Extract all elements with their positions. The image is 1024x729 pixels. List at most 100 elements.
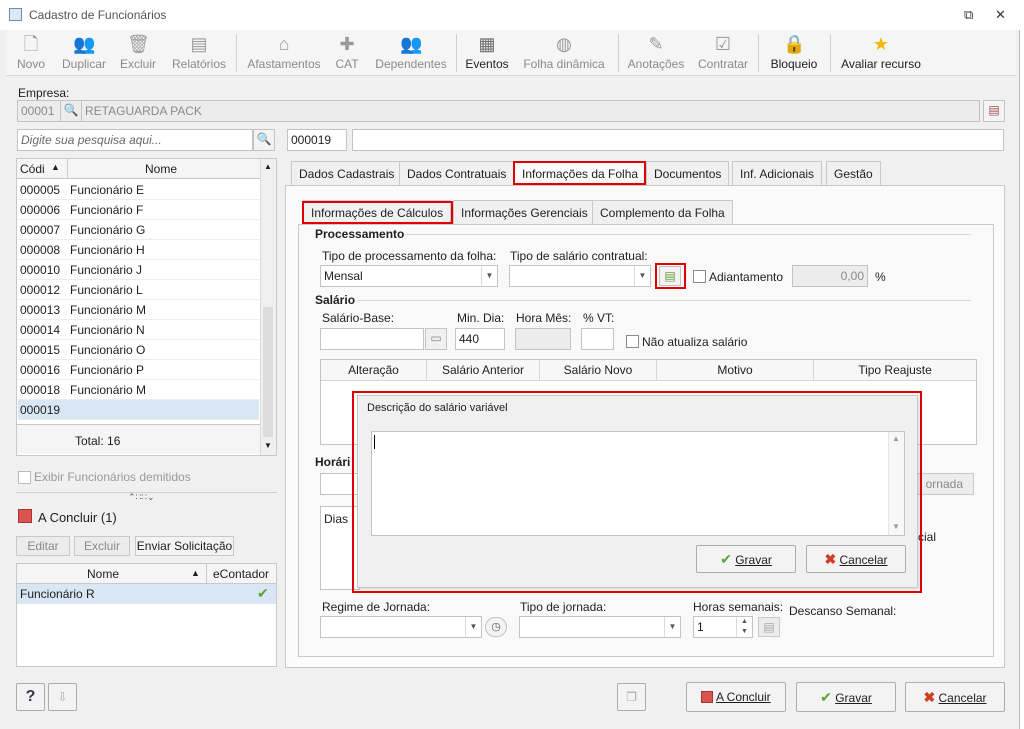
- table-row[interactable]: 000013 Funcionário M: [18, 300, 259, 320]
- relatorios-button[interactable]: ▤ Relatórios: [168, 32, 230, 76]
- editar-button[interactable]: Editar: [16, 536, 70, 556]
- copy-icon[interactable]: ❐: [617, 683, 646, 711]
- employee-code-field[interactable]: 000019: [287, 129, 347, 151]
- table-row[interactable]: 000019: [18, 400, 259, 420]
- salary-calculator-icon[interactable]: ▭: [425, 328, 447, 350]
- collapse-grip-icon[interactable]: ⌃∷∷⌄: [128, 492, 155, 503]
- contratar-button[interactable]: ☑ Contratar: [694, 32, 752, 76]
- excluir-pending-button[interactable]: Excluir: [74, 536, 130, 556]
- tab-gestao[interactable]: Gestão: [826, 161, 881, 185]
- close-button[interactable]: ✕: [995, 7, 1006, 23]
- toolbar-separator: [830, 34, 831, 72]
- table-row[interactable]: 000010 Funcionário J: [18, 260, 259, 280]
- calculator-icon[interactable]: ▤: [983, 100, 1005, 122]
- vt-field[interactable]: [581, 328, 614, 350]
- export-icon[interactable]: ⇩: [48, 683, 77, 711]
- avaliar-recurso-button[interactable]: ★ Avaliar recurso: [836, 32, 926, 76]
- tipo-proc-select[interactable]: Mensal ▼: [320, 265, 498, 287]
- col-salario-anterior[interactable]: Salário Anterior: [427, 360, 540, 380]
- cat-button[interactable]: ✚ CAT: [330, 32, 364, 76]
- scroll-up-icon[interactable]: ▲: [892, 434, 900, 443]
- table-row[interactable]: 000016 Funcionário P: [18, 360, 259, 380]
- subtab-complemento[interactable]: Complemento da Folha: [592, 200, 733, 224]
- search-icon[interactable]: 🔍: [60, 100, 82, 122]
- duplicar-button[interactable]: 👥 Duplicar: [58, 32, 110, 76]
- min-dia-field[interactable]: 440: [455, 328, 505, 350]
- toolbar-separator: [618, 34, 619, 72]
- col-code-header[interactable]: Códi: [20, 162, 45, 176]
- dialog-title: Descrição do salário variável: [367, 402, 508, 414]
- table-row[interactable]: 000012 Funcionário L: [18, 280, 259, 300]
- variable-salary-dialog: Descrição do salário variável ▲ ▼ ✔ Grav…: [357, 395, 918, 588]
- scroll-down-icon[interactable]: ▼: [892, 522, 900, 531]
- restore-button[interactable]: ⧉: [964, 7, 973, 23]
- col-tipo-reajuste[interactable]: Tipo Reajuste: [814, 360, 976, 380]
- dialog-gravar-button[interactable]: ✔ Gravar: [696, 545, 796, 573]
- col-name-header[interactable]: Nome: [145, 162, 177, 176]
- exibir-demitidos-checkbox[interactable]: [18, 471, 31, 484]
- dependentes-button[interactable]: 👥 Dependentes: [372, 32, 450, 76]
- descanso-label: Descanso Semanal:: [789, 604, 897, 618]
- table-row[interactable]: 000008 Funcionário H: [18, 240, 259, 260]
- horas-semanais-field[interactable]: 1 ▲ ▼: [693, 616, 753, 638]
- col-motivo[interactable]: Motivo: [657, 360, 814, 380]
- col-salario-novo[interactable]: Salário Novo: [540, 360, 657, 380]
- regime-select[interactable]: ▼: [320, 616, 482, 638]
- table-row[interactable]: 000015 Funcionário O: [18, 340, 259, 360]
- scroll-down-icon[interactable]: ▼: [264, 441, 272, 450]
- col-dias: Dias: [324, 512, 349, 526]
- search-button-icon[interactable]: 🔍: [253, 129, 275, 151]
- row-name: Funcionário L: [70, 283, 143, 297]
- salario-base-field[interactable]: [320, 328, 424, 350]
- empresa-code-field[interactable]: 00001: [17, 100, 61, 122]
- footer-cancelar-button[interactable]: ✖ Cancelar: [905, 682, 1005, 712]
- bloqueio-button[interactable]: 🔒 Bloqueio: [764, 32, 824, 76]
- novo-button[interactable]: 🗋 Novo: [10, 32, 52, 76]
- add-hours-icon[interactable]: ▤: [758, 617, 780, 637]
- spinner-icon[interactable]: ▲ ▼: [736, 617, 752, 637]
- eventos-button[interactable]: ▦ Eventos: [462, 32, 512, 76]
- row-code: 000016: [20, 363, 61, 377]
- col-alteracao[interactable]: Alteração: [321, 360, 427, 380]
- textarea-scrollbar[interactable]: ▲ ▼: [888, 432, 904, 535]
- subtab-gerenciais[interactable]: Informações Gerenciais: [453, 200, 596, 224]
- anotacoes-button[interactable]: ✎ Anotações: [624, 32, 688, 76]
- description-textarea[interactable]: ▲ ▼: [371, 431, 905, 536]
- col-nome-header[interactable]: Nome: [87, 567, 119, 581]
- scroll-thumb[interactable]: [263, 307, 273, 437]
- afastamentos-button[interactable]: ⌂ Afastamentos: [244, 32, 324, 76]
- dialog-cancelar-button[interactable]: ✖ Cancelar: [806, 545, 906, 573]
- table-row[interactable]: 000007 Funcionário G: [18, 220, 259, 240]
- footer-a-concluir-button[interactable]: A Concluir: [686, 682, 786, 712]
- table-row[interactable]: 000018 Funcionário M: [18, 380, 259, 400]
- enviar-solicitacao-button[interactable]: Enviar Solicitação: [135, 536, 234, 556]
- col-econtador-header[interactable]: eContador: [213, 567, 269, 581]
- folha-dinamica-button[interactable]: ◍ Folha dinâmica: [518, 32, 610, 76]
- pending-grid: Nome ▲ eContador Funcionário R ✔: [16, 563, 277, 667]
- table-row[interactable]: 000006 Funcionário F: [18, 200, 259, 220]
- adiantamento-value-field[interactable]: 0,00: [792, 265, 868, 287]
- tab-inf-adicionais[interactable]: Inf. Adicionais: [732, 161, 823, 185]
- clock-icon[interactable]: ◷: [485, 617, 507, 637]
- employee-name-field[interactable]: [352, 129, 1004, 151]
- vt-label: % VT:: [583, 311, 615, 325]
- adiantamento-checkbox[interactable]: [693, 270, 706, 283]
- tab-documentos[interactable]: Documentos: [646, 161, 730, 185]
- help-button[interactable]: ?: [16, 683, 45, 711]
- table-row[interactable]: Funcionário R ✔: [17, 584, 276, 604]
- footer-gravar-button[interactable]: ✔ Gravar: [796, 682, 896, 712]
- tab-dados-contratuais[interactable]: Dados Contratuais: [399, 161, 515, 185]
- excluir-button[interactable]: 🗑 Excluir: [116, 32, 160, 76]
- table-row[interactable]: 000014 Funcionário N: [18, 320, 259, 340]
- nao-atualiza-checkbox[interactable]: [626, 335, 639, 348]
- table-row[interactable]: 000005 Funcionário E: [18, 180, 259, 200]
- search-input[interactable]: Digite sua pesquisa aqui...: [17, 129, 253, 151]
- star-icon: ★: [872, 34, 890, 54]
- row-code: 000014: [20, 323, 61, 337]
- tab-dados-cadastrais[interactable]: Dados Cadastrais: [291, 161, 403, 185]
- medical-cross-icon: ✚: [339, 34, 355, 54]
- tipo-jornada-select[interactable]: ▼: [519, 616, 681, 638]
- scroll-up-icon[interactable]: ▲: [264, 162, 272, 171]
- employee-scrollbar[interactable]: ▲ ▼: [260, 159, 276, 455]
- tipo-sal-select[interactable]: ▼: [509, 265, 651, 287]
